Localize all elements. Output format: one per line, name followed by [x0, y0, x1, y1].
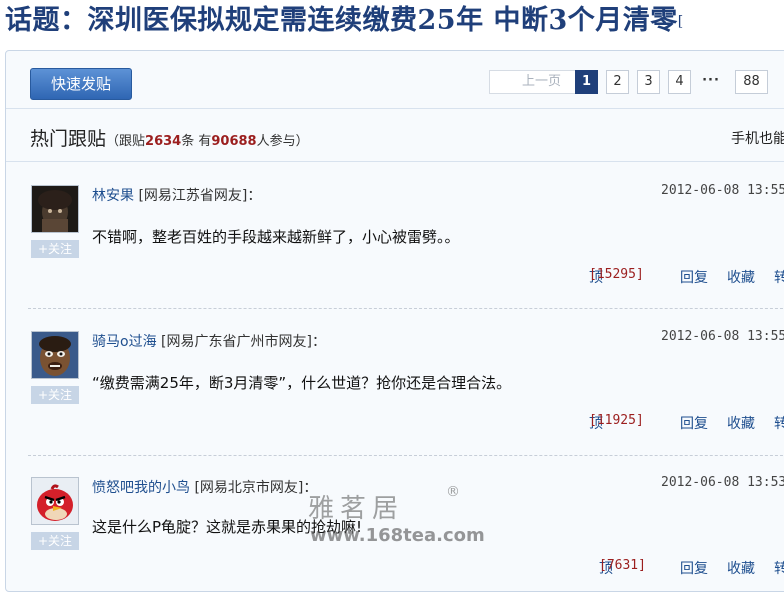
- comment-time: 2012-06-08 13:55: [661, 183, 784, 198]
- follow-button[interactable]: +关注: [31, 386, 79, 404]
- divider: [6, 161, 784, 162]
- author-name[interactable]: 林安果: [92, 188, 134, 204]
- share-button[interactable]: 转: [774, 267, 784, 287]
- share-button[interactable]: 转: [774, 413, 784, 433]
- reply-count: 2634: [145, 134, 182, 149]
- stat-prefix: （跟贴: [106, 134, 146, 149]
- author-name[interactable]: 愤怒吧我的小鸟: [92, 480, 190, 496]
- upvote-count: [15295]: [589, 267, 644, 282]
- author-name[interactable]: 骑马o过海: [92, 334, 157, 350]
- mobile-link[interactable]: 手机也能: [731, 128, 784, 148]
- comment-author: 林安果 [网易江苏省网友]：: [92, 185, 261, 205]
- author-location: [网易广东省广州市网友]：: [161, 334, 326, 350]
- page-2-button[interactable]: 2: [606, 70, 629, 94]
- quick-post-button[interactable]: 快速发贴: [30, 68, 132, 100]
- page-3-button[interactable]: 3: [637, 70, 660, 94]
- reply-button[interactable]: 回复: [680, 558, 708, 578]
- upvote-count: [7631]: [599, 558, 646, 573]
- divider: [6, 108, 784, 109]
- comment-text: “缴费需满25年，断3月清零”，什么世道？抢你还是合理合法。: [92, 374, 512, 392]
- topic-title-text: 话题：深圳医保拟规定需连续缴费25年 中断3个月清零: [5, 5, 678, 36]
- watermark-logo-text: 雅茗居: [308, 494, 405, 524]
- topic-title-trail: [: [677, 13, 684, 30]
- stat-mid: 条 有: [181, 134, 212, 149]
- watermark: 雅茗居 ® www.168tea.com: [308, 484, 485, 546]
- last-page-button[interactable]: 88: [735, 70, 768, 94]
- topic-title: 话题：深圳医保拟规定需连续缴费25年 中断3个月清零[: [5, 0, 684, 37]
- avatar-image: [32, 186, 78, 232]
- watermark-url: www.168tea.com: [310, 525, 485, 546]
- divider: [28, 308, 784, 309]
- participant-count: 90688: [211, 134, 257, 149]
- comment-text: 不错啊，整老百姓的手段越来越新鲜了，小心被雷劈。。: [92, 228, 460, 246]
- comment-author: 骑马o过海 [网易广东省广州市网友]：: [92, 331, 326, 351]
- comment-time: 2012-06-08 13:55: [661, 329, 784, 344]
- share-button[interactable]: 转: [774, 558, 784, 578]
- hot-stat: （跟贴2634条 有90688人参与）: [106, 134, 309, 149]
- divider: [28, 455, 784, 456]
- avatar[interactable]: [31, 331, 79, 379]
- page-4-button[interactable]: 4: [668, 70, 691, 94]
- comment-time: 2012-06-08 13:53: [661, 475, 784, 490]
- author-location: [网易北京市网友]：: [194, 480, 318, 496]
- comment-author: 愤怒吧我的小鸟 [网易北京市网友]：: [92, 477, 317, 497]
- angry-bird-icon: [32, 478, 78, 524]
- avatar[interactable]: [31, 185, 79, 233]
- reply-button[interactable]: 回复: [680, 267, 708, 287]
- upvote-count: [11925]: [589, 413, 644, 428]
- reply-button[interactable]: 回复: [680, 413, 708, 433]
- avatar[interactable]: [31, 477, 79, 525]
- hot-comments-title: 热门跟贴: [30, 128, 107, 150]
- page-1-button[interactable]: 1: [575, 70, 598, 94]
- favorite-button[interactable]: 收藏: [727, 413, 755, 433]
- registered-mark: ®: [446, 484, 460, 500]
- hot-comments-header: 热门跟贴（跟贴2634条 有90688人参与）: [30, 124, 309, 151]
- favorite-button[interactable]: 收藏: [727, 267, 755, 287]
- follow-button[interactable]: +关注: [31, 240, 79, 258]
- stat-suffix: 人参与）: [256, 134, 309, 149]
- author-location: [网易江苏省网友]：: [138, 188, 262, 204]
- pagination-ellipsis: ···: [702, 73, 720, 88]
- follow-button[interactable]: +关注: [31, 532, 79, 550]
- favorite-button[interactable]: 收藏: [727, 558, 755, 578]
- avatar-image: [32, 332, 78, 378]
